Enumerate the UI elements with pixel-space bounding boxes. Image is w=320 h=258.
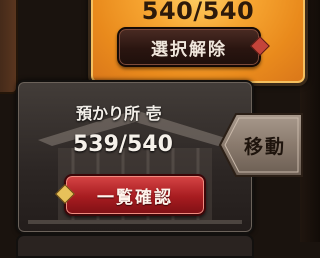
next-storage-card[interactable] [16, 234, 254, 258]
storage-count: 539/540 [73, 132, 173, 157]
adjacent-panel-edge [0, 0, 18, 94]
storage-title: 預かり所 壱 [76, 104, 162, 123]
deselect-button[interactable]: 選択解除 [117, 27, 270, 67]
view-list-label: 一覧確認 [97, 187, 173, 208]
deselect-label: 選択解除 [151, 39, 227, 60]
selected-count: 540/540 [141, 0, 255, 25]
selected-storage-panel[interactable]: 540/540 選択解除 [88, 0, 308, 86]
move-button[interactable]: 移動 [218, 112, 304, 178]
diamond-ornament-icon [250, 36, 270, 56]
view-list-button[interactable]: 一覧確認 [55, 174, 206, 216]
move-label: 移動 [243, 136, 286, 158]
